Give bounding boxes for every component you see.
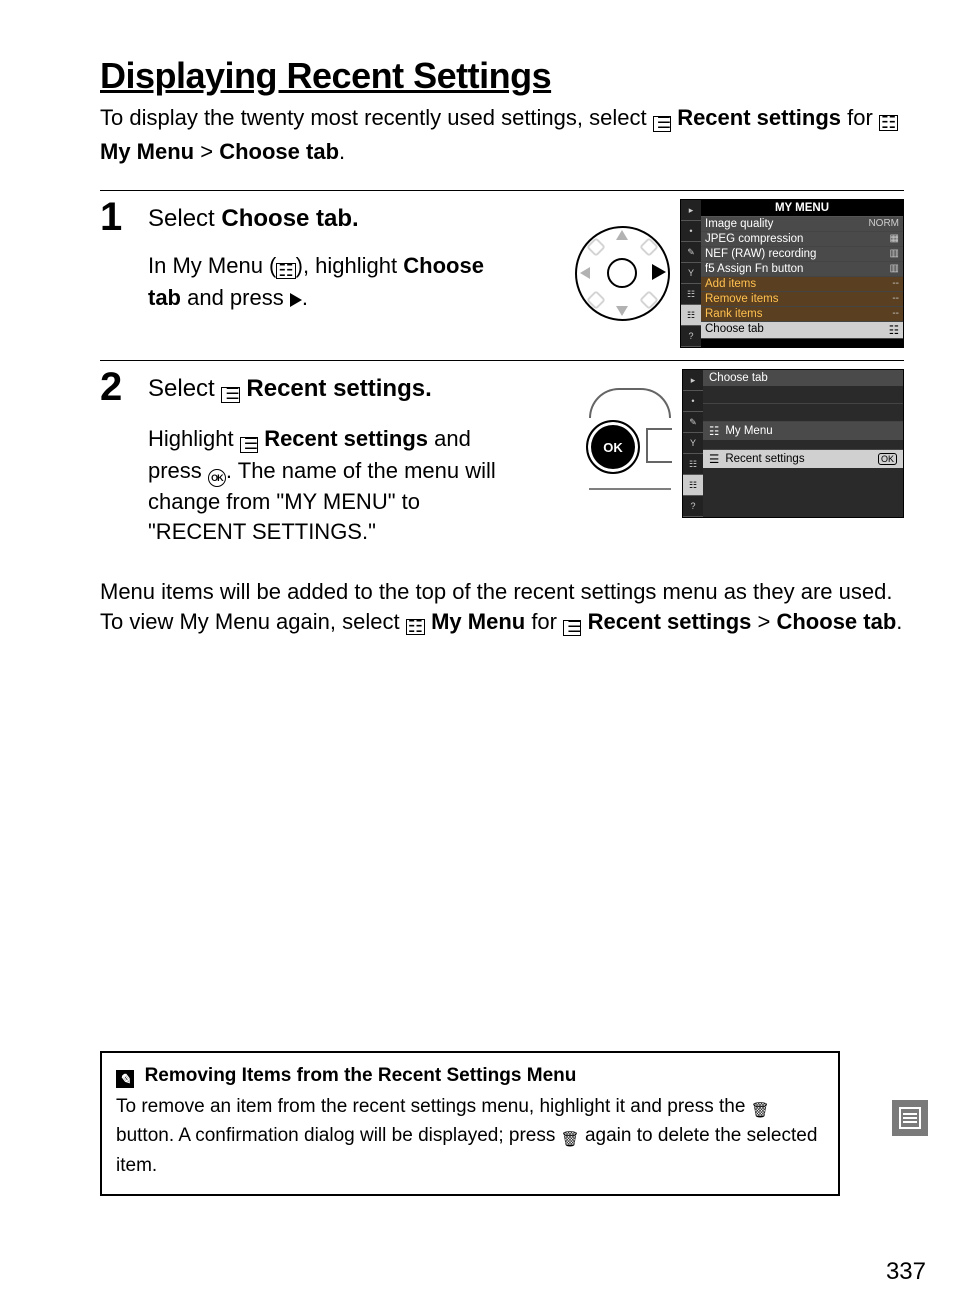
recent-settings-icon xyxy=(240,427,258,457)
text: To remove an item from the recent settin… xyxy=(116,1096,751,1117)
step2-heading: Select Recent settings. xyxy=(148,375,518,406)
step-number: 2 xyxy=(100,367,148,407)
text: button. A confirmation dialog will be di… xyxy=(116,1125,561,1146)
page-number: 337 xyxy=(886,1258,926,1286)
text: and press xyxy=(181,285,290,310)
lcd-row: Image qualityNORM xyxy=(701,217,903,232)
step2-figure: OK ▸•✎Y☷☷? Choose tab ☷My Menu xyxy=(586,369,904,518)
recent-settings-icon xyxy=(221,378,239,406)
lcd-row-selected: Choose tab☷ xyxy=(701,322,903,339)
intro-paragraph: To display the twenty most recently used… xyxy=(100,103,904,168)
tip-body: To remove an item from the recent settin… xyxy=(116,1094,824,1180)
step-1: 1 Select Choose tab. In My Menu ( ), high… xyxy=(100,199,904,348)
my-menu-icon xyxy=(879,106,898,137)
my-menu-icon xyxy=(406,610,425,641)
step-number: 1 xyxy=(100,197,148,237)
divider xyxy=(100,360,904,361)
step-2: 2 Select Recent settings. Highlight Rece… xyxy=(100,369,904,547)
divider xyxy=(100,190,904,191)
step2-body: Highlight Recent settings and press . Th… xyxy=(148,424,518,547)
lcd-screenshot-1: ▸•✎Y☷☷? MY MENU Image qualityNORM JPEG c… xyxy=(680,199,904,348)
ok-badge: OK xyxy=(878,453,897,465)
lcd-row: JPEG compression▦ xyxy=(701,232,903,247)
recent-settings-icon xyxy=(563,610,581,641)
right-arrow-icon xyxy=(290,293,302,307)
page-title: Displaying Recent Settings xyxy=(100,55,904,97)
lcd-screenshot-2: ▸•✎Y☷☷? Choose tab ☷My Menu ☰Recent sett… xyxy=(682,369,904,518)
text-bold: Recent settings xyxy=(264,426,428,451)
text-bold: Choose tab xyxy=(776,609,896,634)
text-bold: My Menu xyxy=(431,609,525,634)
text: Removing Items from the Recent Settings … xyxy=(145,1065,577,1086)
closing-paragraph: Menu items will be added to the top of t… xyxy=(100,577,904,642)
text-bold: Choose tab xyxy=(219,139,339,164)
multi-selector-graphic xyxy=(575,226,670,321)
lcd2-item-recent-selected: ☰Recent settings OK xyxy=(703,450,903,468)
section-tab-icon xyxy=(892,1100,928,1136)
step1-body: In My Menu (), highlight Choose tab and … xyxy=(148,251,498,313)
period: . xyxy=(896,609,902,634)
text-bold: Recent settings xyxy=(677,105,841,130)
text: > xyxy=(200,139,219,164)
period: . xyxy=(302,285,308,310)
lcd2-item-mymenu: ☷My Menu xyxy=(703,422,903,440)
text: for xyxy=(847,105,879,130)
text: ), highlight xyxy=(296,253,404,278)
tip-title: Removing Items from the Recent Settings … xyxy=(116,1063,824,1090)
my-menu-icon xyxy=(276,254,295,284)
text: Select xyxy=(148,375,221,402)
lcd-row: f5 Assign Fn button▥ xyxy=(701,262,903,277)
ok-button-label: OK xyxy=(586,420,640,474)
recent-settings-icon xyxy=(653,106,671,137)
text: Select xyxy=(148,205,221,232)
pencil-icon xyxy=(116,1070,134,1088)
lcd2-header: Choose tab xyxy=(703,370,903,386)
text: Highlight xyxy=(148,426,240,451)
trash-icon xyxy=(561,1126,580,1153)
lcd-row: Add items-- xyxy=(701,277,903,292)
lcd1-title: MY MENU xyxy=(701,200,903,217)
period: . xyxy=(339,139,345,164)
text: In My Menu ( xyxy=(148,253,276,278)
ok-button-graphic: OK xyxy=(586,388,676,498)
text: > xyxy=(751,609,776,634)
lcd-row: Rank items-- xyxy=(701,307,903,322)
text: To display the twenty most recently used… xyxy=(100,105,653,130)
trash-icon xyxy=(751,1097,770,1124)
text-bold: My Menu xyxy=(100,139,194,164)
text: for xyxy=(525,609,563,634)
text-bold: Choose tab. xyxy=(221,205,358,232)
step1-heading: Select Choose tab. xyxy=(148,205,498,233)
ok-button-icon xyxy=(208,469,226,487)
text-bold: Recent settings xyxy=(588,609,752,634)
step1-figure: ▸•✎Y☷☷? MY MENU Image qualityNORM JPEG c… xyxy=(575,199,904,348)
text-bold: Recent settings. xyxy=(246,375,431,402)
tip-box: Removing Items from the Recent Settings … xyxy=(100,1051,840,1195)
lcd-row: NEF (RAW) recording▥ xyxy=(701,247,903,262)
lcd-row: Remove items-- xyxy=(701,292,903,307)
